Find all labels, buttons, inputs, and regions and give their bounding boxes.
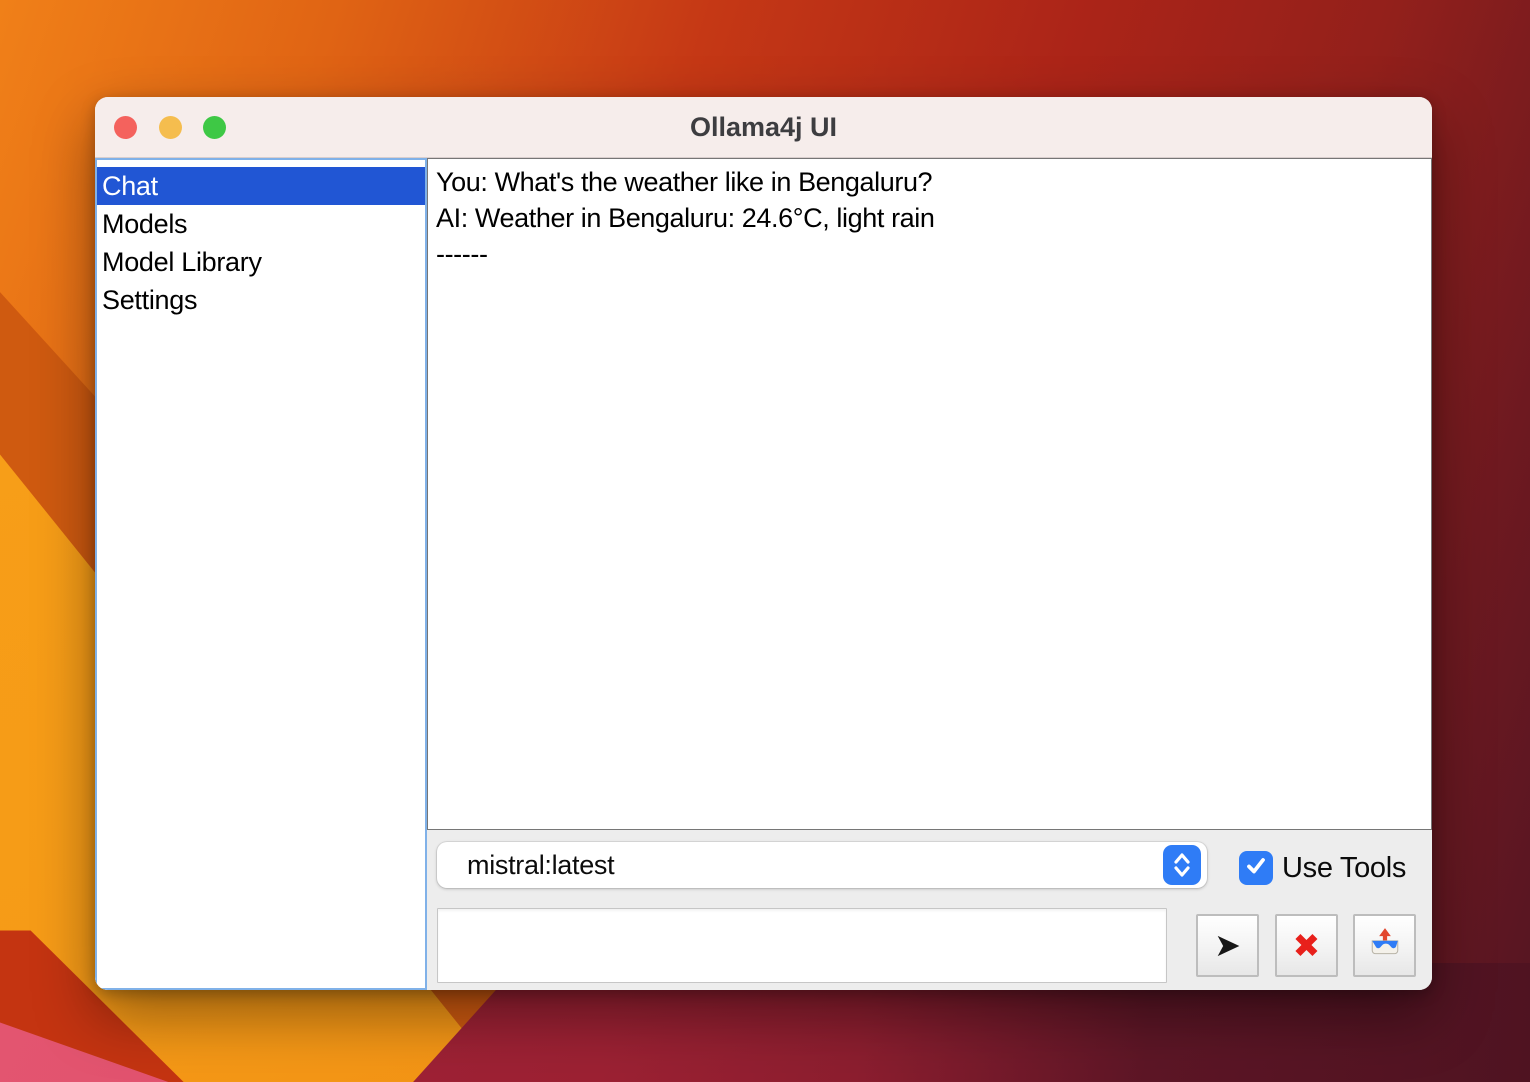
- model-select-dropdown[interactable]: mistral:latest: [437, 842, 1207, 888]
- stop-button[interactable]: ✖: [1275, 914, 1338, 977]
- sidebar-item-models[interactable]: Models: [97, 205, 425, 243]
- chat-controls-panel: mistral:latest Use Tool: [427, 830, 1432, 990]
- window-body: Chat Models Model Library Settings You: …: [95, 158, 1432, 990]
- app-window: Ollama4j UI Chat Models Model Library Se…: [95, 97, 1432, 990]
- upload-button[interactable]: [1353, 914, 1416, 977]
- red-x-icon: ✖: [1293, 926, 1321, 965]
- stepper-up-down-icon: [1163, 845, 1201, 885]
- chat-transcript-area[interactable]: You: What's the weather like in Bengalur…: [427, 158, 1432, 830]
- minimize-button[interactable]: [159, 116, 182, 139]
- zoom-button[interactable]: [203, 116, 226, 139]
- message-input[interactable]: [437, 908, 1167, 983]
- use-tools-label: Use Tools: [1282, 851, 1406, 885]
- sidebar-nav-list: Chat Models Model Library Settings: [95, 158, 427, 990]
- sidebar-item-settings[interactable]: Settings: [97, 281, 425, 319]
- checkmark-icon: [1243, 853, 1269, 884]
- use-tools-checkbox[interactable]: [1239, 851, 1273, 885]
- close-button[interactable]: [114, 116, 137, 139]
- chat-line-separator: ------: [436, 236, 1423, 272]
- window-titlebar[interactable]: Ollama4j UI: [95, 97, 1432, 158]
- window-title: Ollama4j UI: [95, 97, 1432, 158]
- outbox-tray-icon: [1368, 926, 1402, 965]
- sidebar-item-chat[interactable]: Chat: [97, 167, 425, 205]
- send-button[interactable]: ➤: [1196, 914, 1259, 977]
- sidebar-item-model-library[interactable]: Model Library: [97, 243, 425, 281]
- send-arrow-icon: ➤: [1214, 926, 1241, 964]
- chat-line-ai: AI: Weather in Bengaluru: 24.6°C, light …: [436, 200, 1423, 236]
- chat-line-user: You: What's the weather like in Bengalur…: [436, 164, 1423, 200]
- model-select-value: mistral:latest: [467, 842, 614, 888]
- chat-pane: You: What's the weather like in Bengalur…: [427, 158, 1432, 990]
